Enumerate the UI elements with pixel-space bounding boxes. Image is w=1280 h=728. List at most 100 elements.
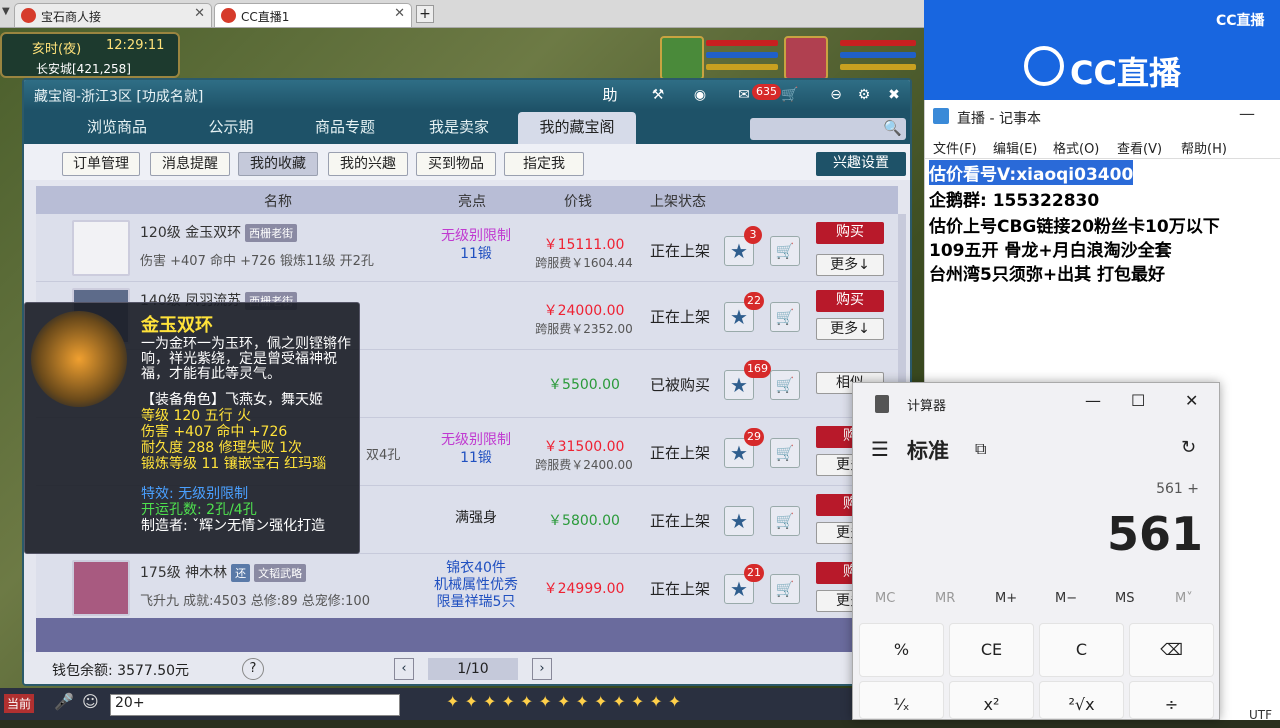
memory-add-button[interactable]: M+: [995, 591, 1017, 606]
table-row[interactable]: 175级 神木林还文韬武略 飞升九 成就:4503 总修:89 总宠修:100 …: [36, 554, 898, 622]
more-button[interactable]: 更多↓: [816, 318, 884, 340]
interest-settings-button[interactable]: 兴趣设置: [816, 152, 906, 176]
browser-tab-2[interactable]: CC直播1 ✕: [214, 3, 412, 27]
tab-seller[interactable]: 我是卖家: [402, 112, 516, 144]
listing-status: 已被购买: [649, 376, 710, 394]
help-icon[interactable]: ?: [242, 658, 264, 680]
menu-view[interactable]: 查看(V): [1117, 138, 1162, 157]
message-badge: 635: [752, 84, 781, 100]
tab-browse[interactable]: 浏览商品: [60, 112, 174, 144]
highlight-1: 满强身: [455, 510, 497, 526]
subtab-favorites[interactable]: 我的收藏: [238, 152, 318, 176]
notepad-title: 直播 - 记事本: [957, 111, 1041, 127]
table-row[interactable]: 120级 金玉双环 西栅老街 伤害 +407 命中 +726 锻炼11级 开2孔 …: [36, 214, 898, 282]
memory-store-button[interactable]: MS: [1115, 591, 1134, 606]
tab-publicity[interactable]: 公示期: [174, 112, 288, 144]
more-button[interactable]: 更多↓: [816, 254, 884, 276]
subtab-orders[interactable]: 订单管理: [62, 152, 140, 176]
memory-recall-button[interactable]: MR: [935, 591, 955, 606]
add-cart-icon[interactable]: 🛒: [770, 506, 800, 536]
clear-entry-button[interactable]: CE: [949, 623, 1034, 677]
microphone-icon[interactable]: 🎤: [54, 692, 74, 711]
close-icon[interactable]: ✕: [1185, 391, 1198, 410]
next-page-button[interactable]: ›: [532, 658, 552, 680]
close-icon[interactable]: ✕: [194, 6, 205, 21]
listing-status: 正在上架: [649, 308, 710, 326]
maximize-icon[interactable]: ☐: [1131, 391, 1145, 410]
subtab-assigned[interactable]: 指定我: [504, 152, 584, 176]
toolbar-icons[interactable]: ✦ ✦ ✦ ✦ ✦ ✦ ✦ ✦ ✦ ✦ ✦ ✦ ✦: [446, 692, 681, 711]
clock-time: 12:29:11: [106, 38, 165, 53]
tab-title: CC直播1: [241, 10, 290, 24]
add-cart-icon[interactable]: 🛒: [770, 370, 800, 400]
menu-file[interactable]: 文件(F): [933, 138, 977, 157]
memory-clear-button[interactable]: MC: [875, 591, 895, 606]
sqrt-button[interactable]: ²√x: [1039, 681, 1124, 719]
hammer-icon[interactable]: ⚒: [646, 84, 670, 106]
reciprocal-button[interactable]: ¹⁄ₓ: [859, 681, 944, 719]
menu-format[interactable]: 格式(O): [1053, 138, 1099, 157]
favorite-star-icon[interactable]: ★: [724, 506, 754, 536]
notepad-line-2[interactable]: 企鹅群: 155322830: [929, 186, 1099, 211]
item-stats: 飞升九 成就:4503 总修:89 总宠修:100: [140, 594, 370, 609]
browser-tab-strip: ▼ 宝石商人接 ✕ CC直播1 ✕ +: [0, 0, 924, 28]
prev-page-button[interactable]: ‹: [394, 658, 414, 680]
minimize-icon[interactable]: —: [1239, 104, 1255, 123]
add-cart-icon[interactable]: 🛒: [770, 438, 800, 468]
notepad-line-4[interactable]: 109五开 骨龙+月白浪淘沙全套: [929, 236, 1172, 261]
add-cart-icon[interactable]: 🛒: [770, 574, 800, 604]
memory-subtract-button[interactable]: M−: [1055, 591, 1077, 606]
clear-button[interactable]: C: [1039, 623, 1124, 677]
close-icon[interactable]: ✕: [394, 6, 405, 21]
subtab-reminders[interactable]: 消息提醒: [150, 152, 230, 176]
highlight-1: 无级别限制: [441, 228, 511, 244]
help-button[interactable]: 助: [598, 84, 622, 106]
buy-button[interactable]: 购买: [816, 290, 884, 312]
add-cart-icon[interactable]: 🛒: [770, 302, 800, 332]
pet-hp-bar: [706, 40, 778, 46]
listing-status: 正在上架: [649, 242, 710, 260]
history-icon[interactable]: ↻: [1181, 437, 1196, 458]
add-cart-icon[interactable]: 🛒: [770, 236, 800, 266]
hamburger-icon[interactable]: ☰: [871, 437, 889, 461]
gear-icon[interactable]: ⚙: [852, 84, 876, 106]
tab-menu-icon[interactable]: ▼: [2, 6, 10, 17]
subtab-bought[interactable]: 买到物品: [416, 152, 496, 176]
pet-avatar[interactable]: [660, 36, 704, 80]
minimize-icon[interactable]: —: [1085, 391, 1101, 410]
player-avatar[interactable]: [784, 36, 828, 80]
menu-help[interactable]: 帮助(H): [1181, 138, 1227, 157]
cart-icon[interactable]: 🛒: [778, 84, 802, 106]
search-icon[interactable]: 🔍: [883, 119, 902, 137]
notepad-line-1[interactable]: 估价看号V:xiaoqi03400: [929, 160, 1134, 185]
memory-list-button[interactable]: M˅: [1175, 591, 1193, 606]
cc-live-banner: CC直播 CC直播: [924, 0, 1280, 100]
new-tab-button[interactable]: +: [416, 5, 434, 23]
divide-button[interactable]: ÷: [1129, 681, 1214, 719]
item-thumbnail[interactable]: [72, 220, 130, 276]
menu-edit[interactable]: 编辑(E): [993, 138, 1037, 157]
item-price: ￥15111.00: [543, 237, 625, 253]
notepad-line-3[interactable]: 估价上号CBG链接20粉丝卡10万以下: [929, 212, 1220, 237]
record-icon[interactable]: ◉: [688, 84, 712, 106]
buy-button[interactable]: 购买: [816, 222, 884, 244]
close-icon[interactable]: ✖: [882, 84, 906, 106]
subtab-interests[interactable]: 我的兴趣: [328, 152, 408, 176]
square-button[interactable]: x²: [949, 681, 1034, 719]
minimize-icon[interactable]: ⊖: [824, 84, 848, 106]
backspace-button[interactable]: ⌫: [1129, 623, 1214, 677]
notepad-line-5[interactable]: 台州湾5只须弥+出其 打包最好: [929, 260, 1165, 285]
chat-input[interactable]: 20+: [110, 694, 400, 716]
server-tag: 西栅老街: [245, 224, 298, 242]
percent-button[interactable]: %: [859, 623, 944, 677]
keep-on-top-icon[interactable]: ⧉: [975, 439, 986, 459]
tab-title: 宝石商人接: [41, 10, 102, 24]
search-input[interactable]: 🔍: [750, 118, 906, 140]
tab-my-treasure[interactable]: 我的藏宝阁: [518, 112, 636, 144]
browser-tab-1[interactable]: 宝石商人接 ✕: [14, 3, 212, 27]
chat-channel[interactable]: 当前: [4, 694, 35, 713]
emoji-icon[interactable]: ☺: [82, 692, 99, 711]
tab-topics[interactable]: 商品专题: [288, 112, 402, 144]
item-thumbnail[interactable]: [72, 560, 130, 616]
server-tag: 文韬武略: [254, 564, 307, 582]
